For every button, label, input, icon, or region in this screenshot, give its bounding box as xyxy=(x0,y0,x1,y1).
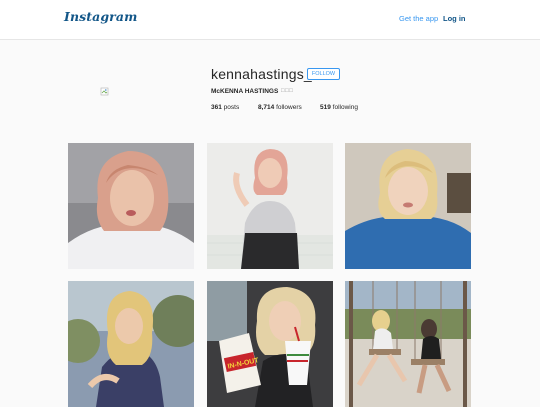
get-the-app-link[interactable]: Get the app xyxy=(399,14,438,23)
followers-count: 8,714 xyxy=(258,104,275,111)
post-thumbnail-4[interactable] xyxy=(68,281,194,407)
full-name-suffix: □□□ xyxy=(281,88,294,94)
followers-stat[interactable]: 8,714 followers xyxy=(258,104,302,111)
post-thumbnail-5[interactable]: IN-N-OUT xyxy=(207,281,333,407)
login-link[interactable]: Log in xyxy=(443,14,466,23)
profile-avatar-broken-image-icon xyxy=(100,84,110,96)
following-stat[interactable]: 519 following xyxy=(320,104,358,111)
post-thumbnail-6[interactable] xyxy=(345,281,471,407)
follow-button[interactable]: FOLLOW xyxy=(307,68,340,80)
post-thumbnail-3[interactable] xyxy=(345,143,471,269)
post-thumbnail-2[interactable] xyxy=(207,143,333,269)
following-count: 519 xyxy=(320,104,331,111)
profile-username: kennahastings_ xyxy=(211,66,312,82)
post-thumbnail-1[interactable] xyxy=(68,143,194,269)
followers-label: followers xyxy=(276,104,302,111)
top-navigation-bar: Instagram Get the app Log in xyxy=(0,0,540,40)
posts-stat: 361 posts xyxy=(211,104,239,111)
instagram-logo[interactable]: Instagram xyxy=(64,9,137,24)
following-label: following xyxy=(332,104,358,111)
posts-count: 361 xyxy=(211,104,222,111)
profile-full-name: McKENNA HASTINGS xyxy=(211,88,279,95)
posts-label: posts xyxy=(223,104,240,111)
